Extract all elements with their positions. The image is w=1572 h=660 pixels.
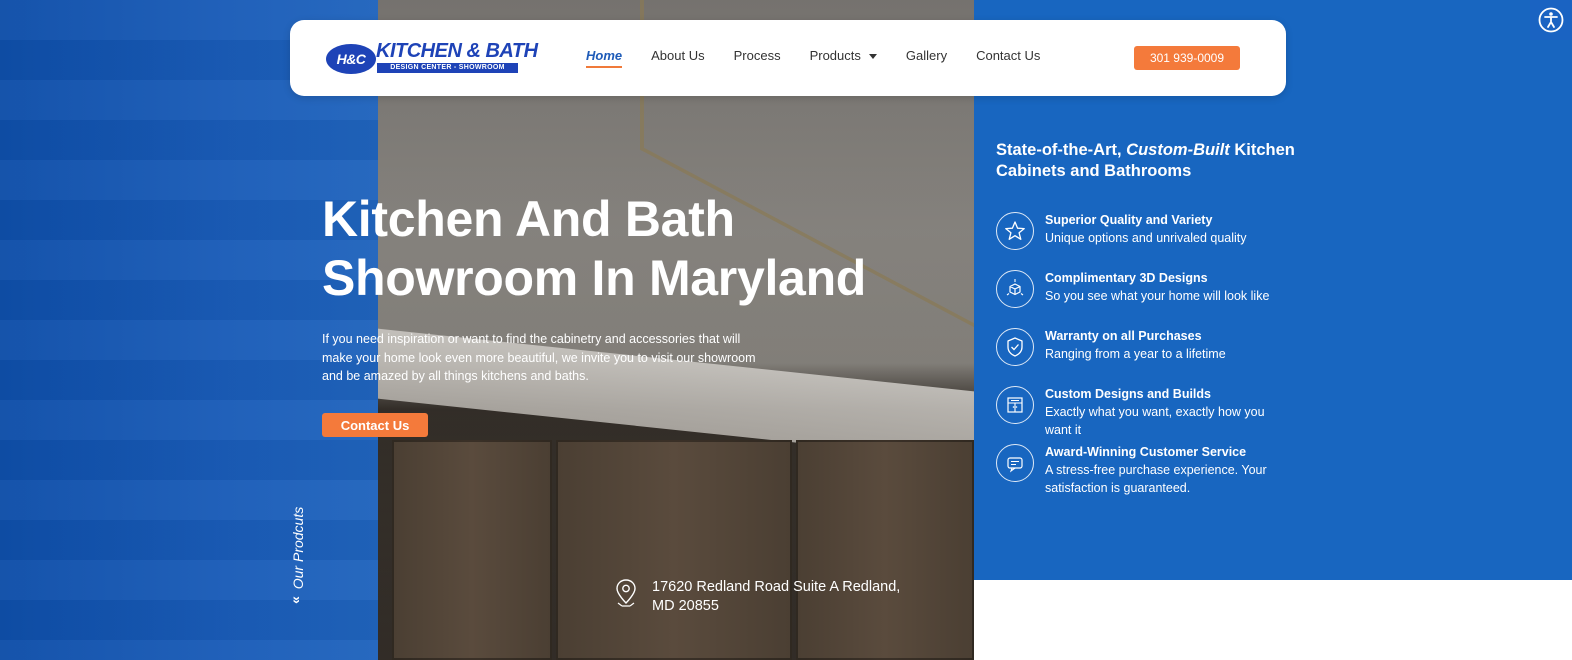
feature-title: Award-Winning Customer Service <box>1045 445 1247 459</box>
header-navbar: H&C KITCHEN & BATH DESIGN CENTER - SHOWR… <box>290 20 1286 96</box>
feature-desc: Unique options and unrivaled quality <box>1045 231 1247 245</box>
map-pin-icon <box>616 579 636 607</box>
cube-3d-icon <box>996 270 1034 308</box>
feature-item: Award-Winning Customer Service A stress-… <box>996 444 1326 497</box>
features-heading-em: Custom-Built <box>1126 141 1230 159</box>
our-products-link[interactable]: Our Prodcuts « <box>286 500 308 610</box>
our-products-label: Our Prodcuts <box>290 506 306 590</box>
nav-item-products-label: Products <box>809 48 861 63</box>
feature-item: Warranty on all Purchases Ranging from a… <box>996 328 1326 366</box>
feature-item: Complimentary 3D Designs So you see what… <box>996 270 1326 308</box>
nav-item-process[interactable]: Process <box>734 48 781 63</box>
feature-desc: So you see what your home will look like <box>1045 289 1270 303</box>
logo-sub-text: DESIGN CENTER - SHOWROOM <box>377 63 518 73</box>
feature-item: Custom Designs and Builds Exactly what y… <box>996 386 1326 439</box>
feature-title: Custom Designs and Builds <box>1045 387 1211 401</box>
features-heading-pre: State-of-the-Art, <box>996 141 1127 159</box>
address-text: 17620 Redland Road Suite A Redland, MD 2… <box>652 578 922 616</box>
nav-item-products[interactable]: Products <box>810 48 877 63</box>
feature-desc: Ranging from a year to a lifetime <box>1045 347 1226 361</box>
feature-title: Superior Quality and Variety <box>1045 213 1213 227</box>
logo-badge: H&C <box>326 44 376 74</box>
hero-title-line1: Kitchen And Bath <box>322 191 735 247</box>
nav-item-home[interactable]: Home <box>586 48 623 68</box>
chevron-down-icon <box>868 54 877 60</box>
feature-title: Complimentary 3D Designs <box>1045 271 1208 285</box>
features-heading: State-of-the-Art, Custom-Built Kitchen C… <box>996 140 1326 182</box>
address-line2: MD 20855 <box>652 598 719 614</box>
feature-title: Warranty on all Purchases <box>1045 329 1202 343</box>
accessibility-button[interactable] <box>1530 0 1572 40</box>
nav-item-about-us[interactable]: About Us <box>651 48 704 63</box>
nav-item-gallery[interactable]: Gallery <box>906 48 947 63</box>
logo-main-text: KITCHEN & BATH <box>376 40 538 62</box>
phone-button[interactable]: 301 939-0009 <box>1134 46 1240 70</box>
hero-title: Kitchen And Bath Showroom In Maryland <box>322 190 922 308</box>
cabinet-door-decoration <box>556 440 792 660</box>
hero-description: If you need inspiration or want to find … <box>322 332 756 383</box>
feature-item: Superior Quality and Variety Unique opti… <box>996 212 1326 250</box>
contact-us-button[interactable]: Contact Us <box>322 413 428 437</box>
accessibility-icon <box>1538 7 1564 33</box>
cabinet-door-decoration <box>796 440 974 660</box>
address-line1: 17620 Redland Road Suite A Redland, <box>652 579 901 595</box>
main-menu: Home About Us Process Products Gallery C… <box>586 48 1069 68</box>
nav-item-contact-us[interactable]: Contact Us <box>976 48 1040 63</box>
feature-desc: Exactly what you want, exactly how you w… <box>1045 405 1265 437</box>
support-icon <box>996 444 1034 482</box>
site-logo[interactable]: H&C KITCHEN & BATH DESIGN CENTER - SHOWR… <box>326 40 538 74</box>
cabinet-icon <box>996 386 1034 424</box>
showroom-address: 17620 Redland Road Suite A Redland, MD 2… <box>614 578 922 616</box>
hero-title-line2: Showroom In Maryland <box>322 250 867 306</box>
star-icon <box>996 212 1034 250</box>
double-chevron-icon: « <box>286 596 303 604</box>
cabinet-door-decoration <box>392 440 552 660</box>
shield-check-icon <box>996 328 1034 366</box>
feature-desc: A stress-free purchase experience. Your … <box>1045 463 1267 495</box>
